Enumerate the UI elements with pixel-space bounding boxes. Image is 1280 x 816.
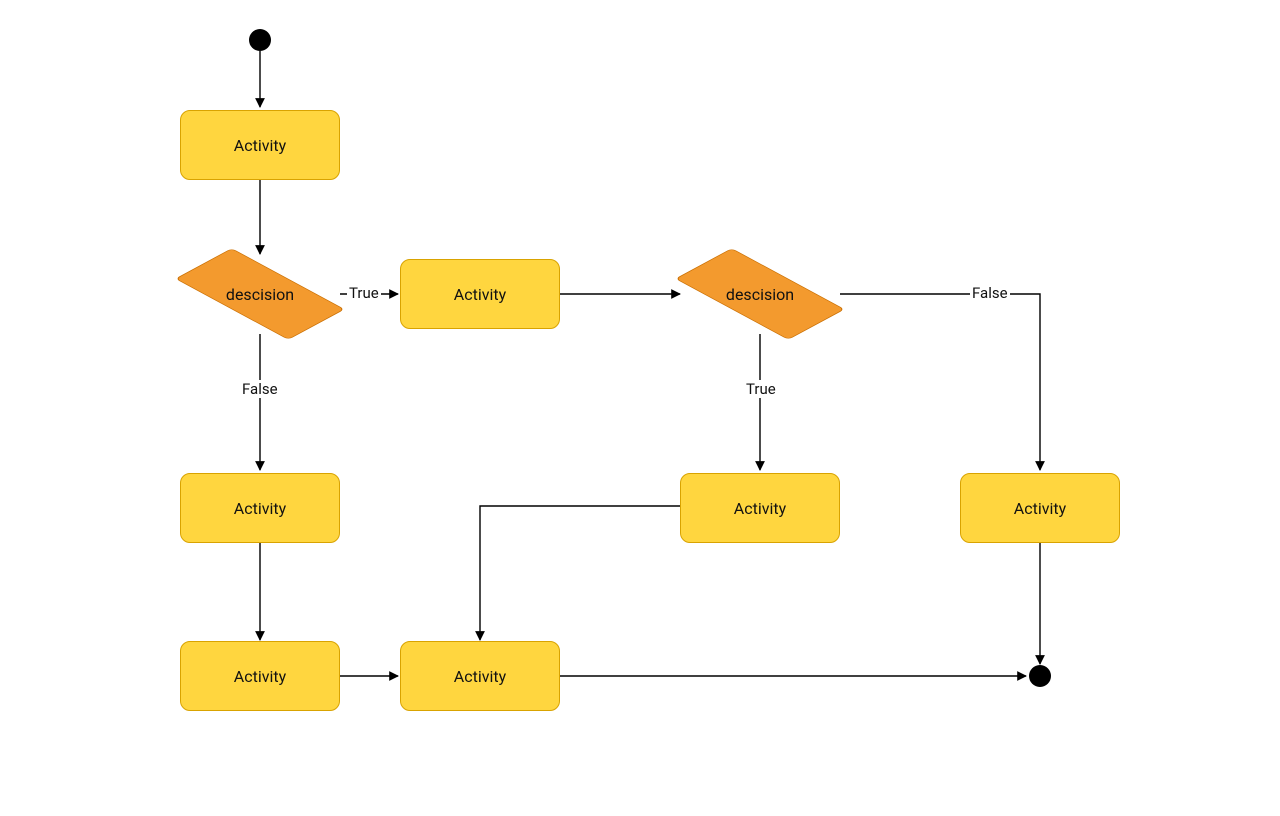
decision-label: descision xyxy=(726,285,794,304)
activity-node-a1[interactable]: Activity xyxy=(180,110,340,180)
activity-label: Activity xyxy=(234,136,286,155)
activity-label: Activity xyxy=(234,667,286,686)
activity-node-a4[interactable]: Activity xyxy=(680,473,840,543)
activity-label: Activity xyxy=(234,499,286,518)
activity-label: Activity xyxy=(1014,499,1066,518)
activity-label: Activity xyxy=(734,499,786,518)
edge-label-d1-false: False xyxy=(240,380,280,398)
activity-node-a7[interactable]: Activity xyxy=(400,641,560,711)
edge-label-d2-true: True xyxy=(744,380,778,398)
activity-node-a2[interactable]: Activity xyxy=(400,259,560,329)
edge-label-d1-true: True xyxy=(347,284,381,302)
activity-node-a3[interactable]: Activity xyxy=(180,473,340,543)
decision-label: descision xyxy=(226,285,294,304)
activity-label: Activity xyxy=(454,285,506,304)
activity-node-a5[interactable]: Activity xyxy=(960,473,1120,543)
activity-node-a6[interactable]: Activity xyxy=(180,641,340,711)
end-node-icon xyxy=(1029,665,1051,687)
edge-label-d2-false: False xyxy=(970,284,1010,302)
activity-label: Activity xyxy=(454,667,506,686)
decision-node-d2[interactable]: descision xyxy=(680,254,840,334)
diagram-canvas: Activity descision Activity descision Ac… xyxy=(0,0,1280,816)
decision-node-d1[interactable]: descision xyxy=(180,254,340,334)
start-node-icon xyxy=(249,29,271,51)
